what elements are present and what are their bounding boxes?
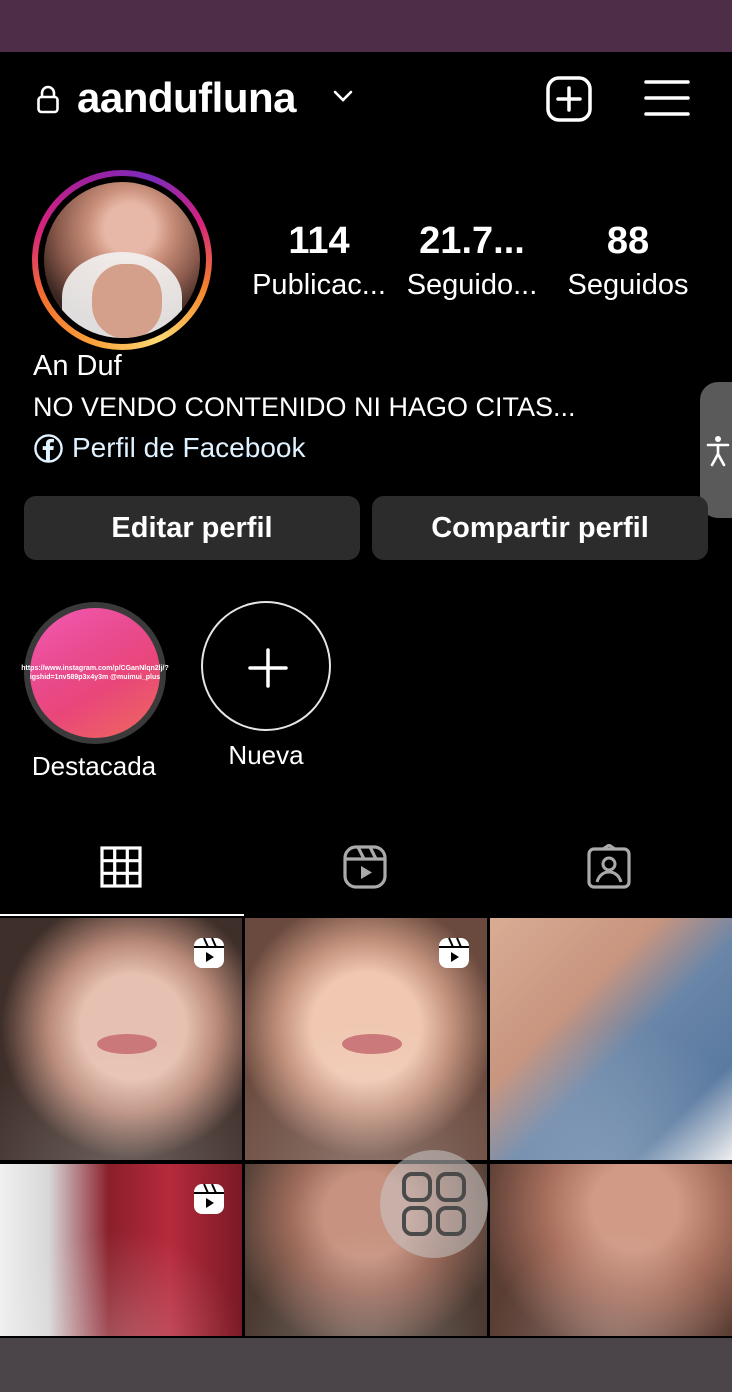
floating-apps-button[interactable] xyxy=(380,1150,488,1258)
accessibility-icon xyxy=(706,436,730,467)
photo-shading xyxy=(490,918,732,1160)
tab-tagged[interactable] xyxy=(488,836,732,916)
username-switcher[interactable]: aandufluna xyxy=(77,74,297,122)
edit-profile-button[interactable]: Editar perfil xyxy=(24,496,360,560)
highlight-cover[interactable]: https://www.instagram.com/p/CGanNlqn2lj/… xyxy=(21,608,169,738)
tab-posts-grid[interactable] xyxy=(0,836,244,916)
facebook-profile-link[interactable]: Perfil de Facebook xyxy=(33,432,305,464)
followers-count: 21.7... xyxy=(419,220,525,262)
post-thumbnail[interactable] xyxy=(245,918,487,1160)
profile-tabs xyxy=(0,836,732,916)
stat-following[interactable]: 88 Seguidos xyxy=(560,218,696,304)
status-bar xyxy=(0,0,732,52)
followers-label: Seguido... xyxy=(406,269,538,301)
post-thumbnail[interactable] xyxy=(0,918,242,1160)
accessibility-tab[interactable] xyxy=(700,382,732,518)
photo-detail xyxy=(96,1034,157,1055)
posts-label: Publicac... xyxy=(252,269,386,301)
post-thumbnail[interactable] xyxy=(0,1164,242,1336)
grid-icon xyxy=(100,846,142,888)
avatar[interactable] xyxy=(44,182,200,338)
avatar-detail xyxy=(92,264,162,338)
lock-icon xyxy=(37,85,59,114)
new-highlight-label: Nueva xyxy=(228,740,304,770)
reel-icon xyxy=(439,937,469,968)
photo-detail xyxy=(341,1034,402,1055)
chevron-down-icon[interactable] xyxy=(332,88,354,104)
posts-grid xyxy=(0,918,732,1338)
reel-icon xyxy=(194,1183,224,1214)
tagged-icon xyxy=(587,844,631,889)
add-post-icon[interactable] xyxy=(546,76,592,122)
profile-name: An Duf xyxy=(33,350,122,382)
posts-count: 114 xyxy=(288,220,350,262)
navigation-bar xyxy=(0,1338,732,1392)
reel-icon xyxy=(194,937,224,968)
apps-grid-icon xyxy=(402,1172,466,1236)
share-profile-button[interactable]: Compartir perfil xyxy=(372,496,708,560)
facebook-link-label: Perfil de Facebook xyxy=(72,432,306,463)
following-label: Seguidos xyxy=(567,269,689,301)
highlight-label: Destacada xyxy=(31,751,157,781)
stat-followers[interactable]: 21.7... Seguido... xyxy=(402,218,542,304)
post-thumbnail[interactable] xyxy=(490,918,732,1160)
reels-icon xyxy=(343,845,387,889)
post-thumbnail[interactable] xyxy=(490,1164,732,1336)
following-count: 88 xyxy=(606,220,650,262)
new-highlight-button[interactable] xyxy=(201,601,331,731)
tab-reels[interactable] xyxy=(244,836,488,916)
facebook-icon xyxy=(34,433,63,463)
menu-icon[interactable] xyxy=(644,78,690,118)
stat-posts[interactable]: 114 Publicac... xyxy=(246,218,392,304)
photo-shading xyxy=(490,1164,732,1336)
plus-icon xyxy=(248,648,288,688)
profile-bio[interactable]: NO VENDO CONTENIDO NI HAGO CITAS... xyxy=(33,392,576,423)
